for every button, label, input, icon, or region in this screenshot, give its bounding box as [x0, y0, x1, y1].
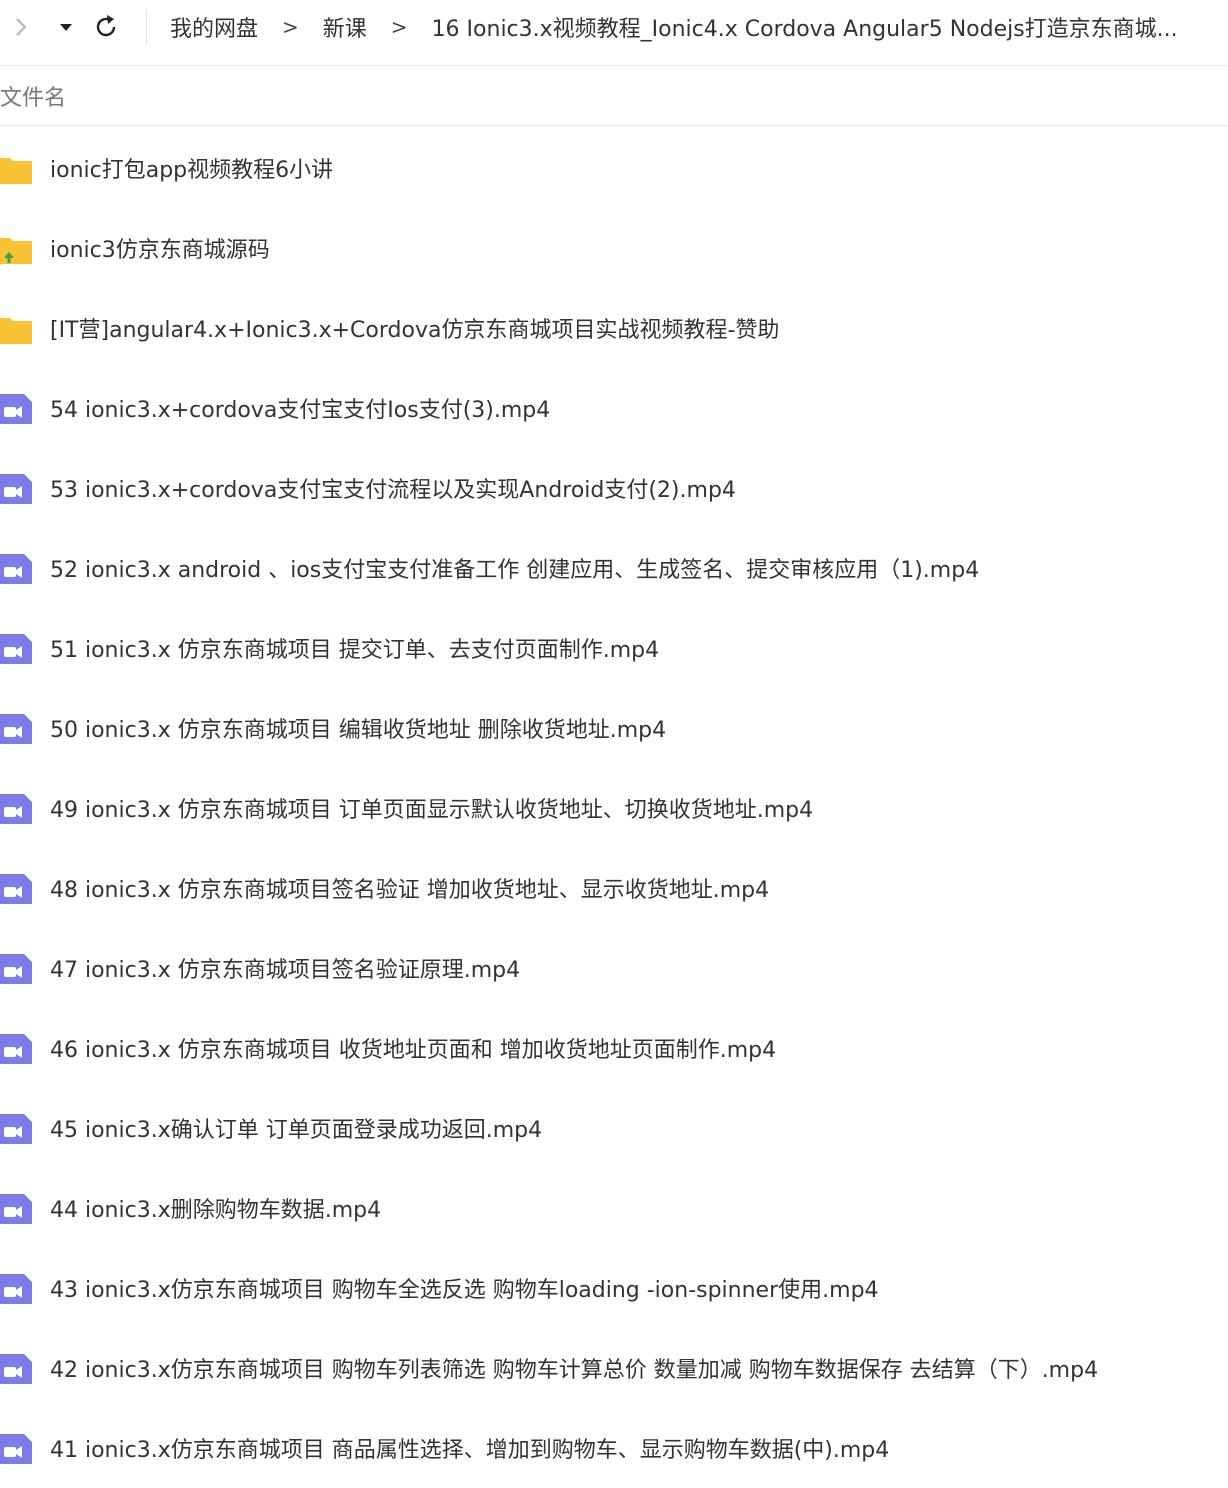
file-row[interactable]: 49 ionic3.x 仿京东商城项目 订单页面显示默认收货地址、切换收货地址.…: [0, 768, 1228, 848]
file-name[interactable]: 53 ionic3.x+cordova支付宝支付流程以及实现Android支付(…: [50, 472, 736, 504]
video-icon: [0, 1270, 32, 1306]
file-row[interactable]: 44 ionic3.x删除购物车数据.mp4: [0, 1168, 1228, 1248]
video-icon: [0, 1110, 32, 1146]
video-icon: [0, 790, 32, 826]
file-name[interactable]: 43 ionic3.x仿京东商城项目 购物车全选反选 购物车loading -i…: [50, 1272, 879, 1304]
file-row[interactable]: 53 ionic3.x+cordova支付宝支付流程以及实现Android支付(…: [0, 448, 1228, 528]
toolbar: 我的网盘 > 新课 > 16 Ionic3.x视频教程_Ionic4.x Cor…: [0, 0, 1228, 66]
file-row[interactable]: 50 ionic3.x 仿京东商城项目 编辑收货地址 删除收货地址.mp4: [0, 688, 1228, 768]
file-name[interactable]: 45 ionic3.x确认订单 订单页面登录成功返回.mp4: [50, 1112, 542, 1144]
file-list: ionic打包app视频教程6小讲 ionic3仿京东商城源码 [IT营]angul…: [0, 128, 1228, 1488]
file-name[interactable]: 41 ionic3.x仿京东商城项目 商品属性选择、增加到购物车、显示购物车数据…: [50, 1432, 889, 1464]
breadcrumb-item-current[interactable]: 16 Ionic3.x视频教程_Ionic4.x Cordova Angular…: [432, 11, 1228, 43]
folder-icon: [0, 150, 32, 186]
refresh-icon: [96, 15, 116, 37]
file-row[interactable]: 54 ionic3.x+cordova支付宝支付Ios支付(3).mp4: [0, 368, 1228, 448]
file-name[interactable]: ionic3仿京东商城源码: [50, 232, 270, 264]
video-icon: [0, 390, 32, 426]
folder-icon: [0, 310, 32, 346]
breadcrumb-separator: >: [282, 15, 299, 39]
forward-button[interactable]: [6, 8, 36, 46]
video-icon: [0, 1350, 32, 1386]
video-icon: [0, 950, 32, 986]
file-row[interactable]: ionic打包app视频教程6小讲: [0, 128, 1228, 208]
file-name[interactable]: 50 ionic3.x 仿京东商城项目 编辑收货地址 删除收货地址.mp4: [50, 712, 666, 744]
file-row[interactable]: 47 ionic3.x 仿京东商城项目签名验证原理.mp4: [0, 928, 1228, 1008]
file-name[interactable]: 47 ionic3.x 仿京东商城项目签名验证原理.mp4: [50, 952, 520, 984]
file-row[interactable]: 45 ionic3.x确认订单 订单页面登录成功返回.mp4: [0, 1088, 1228, 1168]
file-row[interactable]: [IT营]angular4.x+Ionic3.x+Cordova仿京东商城项目实…: [0, 288, 1228, 368]
file-row[interactable]: 46 ionic3.x 仿京东商城项目 收货地址页面和 增加收货地址页面制作.m…: [0, 1008, 1228, 1088]
file-row[interactable]: 41 ionic3.x仿京东商城项目 商品属性选择、增加到购物车、显示购物车数据…: [0, 1408, 1228, 1488]
refresh-button[interactable]: [88, 8, 124, 46]
file-row[interactable]: 48 ionic3.x 仿京东商城项目签名验证 增加收货地址、显示收货地址.mp…: [0, 848, 1228, 928]
video-icon: [0, 630, 32, 666]
caret-down-icon: [60, 24, 72, 31]
video-icon: [0, 1430, 32, 1466]
file-row[interactable]: ionic3仿京东商城源码: [0, 208, 1228, 288]
video-icon: [0, 870, 32, 906]
file-name[interactable]: 52 ionic3.x android 、ios支付宝支付准备工作 创建应用、生…: [50, 552, 979, 584]
video-icon: [0, 550, 32, 586]
file-name[interactable]: 46 ionic3.x 仿京东商城项目 收货地址页面和 增加收货地址页面制作.m…: [50, 1032, 776, 1064]
file-name[interactable]: ionic打包app视频教程6小讲: [50, 152, 333, 184]
list-header: 文件名: [0, 66, 1228, 126]
toolbar-divider: [146, 10, 147, 44]
file-name[interactable]: 42 ionic3.x仿京东商城项目 购物车列表筛选 购物车计算总价 数量加减 …: [50, 1352, 1098, 1384]
file-row[interactable]: 43 ionic3.x仿京东商城项目 购物车全选反选 购物车loading -i…: [0, 1248, 1228, 1328]
video-icon: [0, 710, 32, 746]
breadcrumb-separator: >: [390, 15, 408, 39]
file-name[interactable]: 44 ionic3.x删除购物车数据.mp4: [50, 1192, 381, 1224]
video-icon: [0, 1030, 32, 1066]
file-row[interactable]: 42 ionic3.x仿京东商城项目 购物车列表筛选 购物车计算总价 数量加减 …: [0, 1328, 1228, 1408]
file-name[interactable]: 54 ionic3.x+cordova支付宝支付Ios支付(3).mp4: [50, 392, 550, 424]
file-row[interactable]: 52 ionic3.x android 、ios支付宝支付准备工作 创建应用、生…: [0, 528, 1228, 608]
breadcrumb: 我的网盘 > 新课 > 16 Ionic3.x视频教程_Ionic4.x Cor…: [170, 8, 1228, 46]
file-name[interactable]: 48 ionic3.x 仿京东商城项目签名验证 增加收货地址、显示收货地址.mp…: [50, 872, 769, 904]
file-row[interactable]: 51 ionic3.x 仿京东商城项目 提交订单、去支付页面制作.mp4: [0, 608, 1228, 688]
history-dropdown-button[interactable]: [54, 8, 78, 46]
breadcrumb-item-root[interactable]: 我的网盘: [170, 11, 258, 43]
video-icon: [0, 1190, 32, 1226]
column-header-filename[interactable]: 文件名: [0, 80, 66, 112]
upload-folder-icon: [0, 230, 32, 266]
breadcrumb-item-new-course[interactable]: 新课: [323, 11, 367, 43]
file-name[interactable]: [IT营]angular4.x+Ionic3.x+Cordova仿京东商城项目实…: [50, 312, 779, 344]
chevron-right-icon: [16, 18, 27, 36]
file-name[interactable]: 49 ionic3.x 仿京东商城项目 订单页面显示默认收货地址、切换收货地址.…: [50, 792, 813, 824]
file-name[interactable]: 51 ionic3.x 仿京东商城项目 提交订单、去支付页面制作.mp4: [50, 632, 659, 664]
video-icon: [0, 470, 32, 506]
